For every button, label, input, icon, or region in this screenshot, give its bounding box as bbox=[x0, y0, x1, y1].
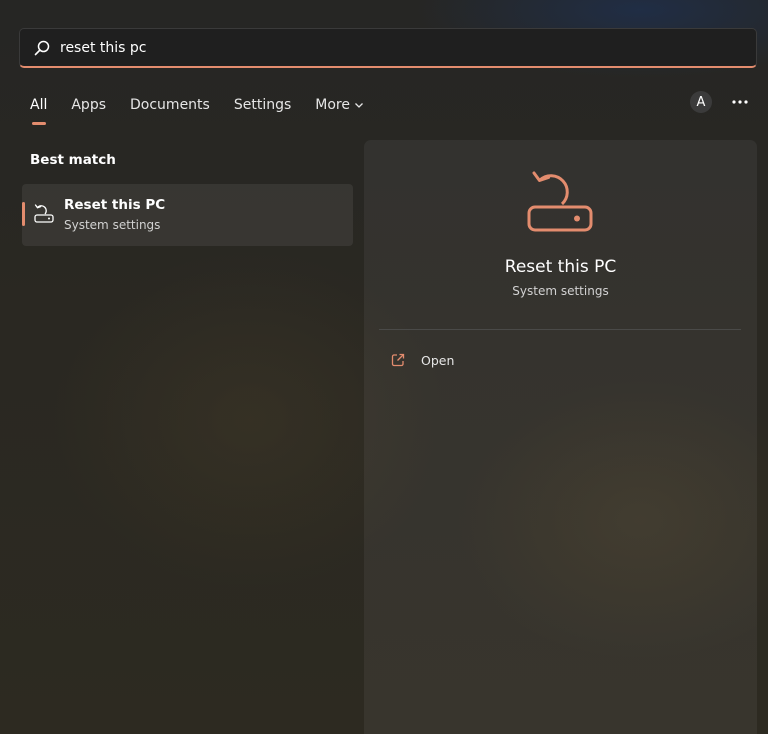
detail-divider bbox=[379, 329, 741, 330]
best-match-result[interactable]: Reset this PC System settings bbox=[22, 184, 353, 246]
search-filter-tabs: All Apps Documents Settings More bbox=[30, 93, 388, 125]
open-label: Open bbox=[421, 352, 455, 368]
reset-pc-icon bbox=[34, 204, 54, 223]
search-icon bbox=[34, 40, 50, 56]
selection-indicator bbox=[22, 202, 25, 226]
detail-title: Reset this PC bbox=[504, 257, 617, 277]
best-match-heading: Best match bbox=[30, 152, 116, 168]
tab-more-label: More bbox=[315, 97, 350, 113]
account-button[interactable]: A bbox=[690, 91, 712, 113]
search-input[interactable] bbox=[60, 29, 740, 67]
search-box[interactable] bbox=[19, 28, 757, 68]
account-initial: A bbox=[696, 94, 706, 110]
tab-documents[interactable]: Documents bbox=[130, 97, 210, 113]
tab-settings[interactable]: Settings bbox=[234, 97, 291, 113]
open-action[interactable]: Open bbox=[390, 349, 454, 371]
chevron-down-icon bbox=[355, 103, 363, 108]
tab-more[interactable]: More bbox=[315, 97, 364, 113]
open-external-icon bbox=[391, 353, 405, 367]
tab-all[interactable]: All bbox=[30, 97, 47, 125]
detail-subtitle: System settings bbox=[512, 284, 609, 298]
result-subtitle: System settings bbox=[64, 218, 161, 232]
ellipsis-icon bbox=[732, 100, 748, 104]
tab-apps[interactable]: Apps bbox=[71, 97, 106, 113]
more-options-button[interactable] bbox=[728, 92, 752, 112]
result-title: Reset this PC bbox=[64, 197, 166, 213]
detail-pane: Reset this PC System settings Open bbox=[364, 140, 757, 734]
reset-pc-large-icon bbox=[527, 171, 593, 232]
